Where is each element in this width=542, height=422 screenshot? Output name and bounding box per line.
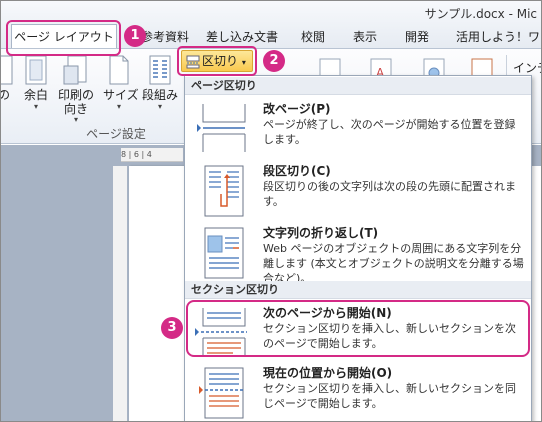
ribbon-button-partial[interactable]: の bbox=[1, 54, 15, 103]
horizontal-ruler: 8 | 6 | 4 bbox=[121, 148, 183, 162]
tab-references[interactable]: 参考資料 bbox=[141, 27, 189, 48]
menu-item-column-break[interactable]: 段区切り(C) 段区切りの後の文字列は次の段の先頭に配置されます。 bbox=[185, 160, 531, 218]
orientation-label: 印刷の 向き bbox=[57, 88, 94, 116]
word-window: サンプル.docx - Mic ページ レイアウト 参考資料 差し込み文書 校閲… bbox=[0, 0, 542, 422]
tab-review[interactable]: 校閲 bbox=[301, 27, 325, 48]
menu-item-continuous[interactable]: 現在の位置から開始(O) セクション区切りを挿入し、新しいセクションを同じページ… bbox=[185, 362, 531, 420]
vertical-ruler bbox=[113, 166, 127, 421]
tab-mailings[interactable]: 差し込み文書 bbox=[206, 27, 278, 48]
ruler-numbers: 8 | 6 | 4 bbox=[121, 150, 152, 159]
menu-item-text-wrapping[interactable]: 文字列の折り返し(T) Web ページのオブジェクトの周囲にある文字列を分離しま… bbox=[185, 222, 531, 285]
step-badge-1: 1 bbox=[124, 25, 146, 47]
page-size-icon bbox=[109, 55, 129, 85]
page-size-button[interactable]: サイズ ▾ bbox=[103, 54, 139, 111]
columns-label: 段組み bbox=[141, 88, 178, 102]
page-break-desc: ページが終了し、次のページが開始する位置を登録します。 bbox=[263, 118, 516, 146]
indent-label: インデ bbox=[513, 61, 541, 75]
tab-developer[interactable]: 開発 bbox=[405, 27, 429, 48]
dropdown-arrow-icon: ▾ bbox=[157, 102, 162, 111]
highlight-breaks-button bbox=[177, 46, 257, 76]
menu-item-page-break[interactable]: 改ページ(P) ページが終了し、次のページが開始する位置を登録します。 bbox=[185, 98, 531, 156]
margins-button[interactable]: 余白 ▾ bbox=[21, 54, 51, 111]
tab-view[interactable]: 表示 bbox=[353, 27, 377, 48]
columns-icon bbox=[149, 55, 171, 85]
dropdown-arrow-icon: ▾ bbox=[116, 102, 121, 111]
ribbon-button-label: の bbox=[1, 88, 15, 103]
window-title: サンプル.docx - Mic bbox=[424, 7, 537, 21]
highlight-tab-page-layout bbox=[6, 20, 121, 56]
continuous-section-icon bbox=[199, 367, 244, 419]
step-badge-3: 3 bbox=[161, 317, 183, 339]
orientation-button[interactable]: 印刷の 向き ▾ bbox=[55, 54, 97, 124]
columns-button[interactable]: 段組み ▾ bbox=[141, 54, 179, 111]
dropdown-arrow-icon: ▾ bbox=[73, 115, 78, 124]
page-size-label: サイズ bbox=[103, 88, 139, 102]
step-badge-2: 2 bbox=[263, 50, 285, 72]
document-page[interactable] bbox=[129, 166, 185, 421]
continuous-title: 現在の位置から開始(O) bbox=[263, 366, 393, 380]
text-wrapping-icon bbox=[204, 227, 244, 279]
column-break-icon bbox=[204, 165, 244, 217]
section-breaks-header: セクション区切り bbox=[185, 281, 531, 299]
page-setup-group-label: ページ設定 bbox=[86, 127, 146, 141]
highlight-next-page-item bbox=[186, 300, 530, 357]
breaks-dropdown-menu: ページ区切り 改ページ(P) ページが終了し、次のページが開始する位置を登録しま… bbox=[184, 75, 532, 421]
orientation-icon bbox=[1, 55, 13, 85]
page-break-title: 改ページ(P) bbox=[263, 102, 331, 116]
orientation-icon bbox=[63, 55, 87, 85]
page-breaks-header: ページ区切り bbox=[185, 77, 531, 95]
tab-word-tips[interactable]: 活用しよう！ワード bbox=[456, 27, 541, 48]
text-wrapping-desc: Web ページのオブジェクトの周囲にある文字列を分離します (本文とオブジェクト… bbox=[263, 242, 524, 285]
margins-icon bbox=[25, 55, 47, 85]
margins-label: 余白 bbox=[23, 88, 48, 102]
text-wrapping-title: 文字列の折り返し(T) bbox=[263, 226, 379, 240]
column-break-desc: 段区切りの後の文字列は次の段の先頭に配置されます。 bbox=[263, 180, 516, 208]
page-break-icon bbox=[197, 104, 246, 152]
continuous-desc: セクション区切りを挿入し、新しいセクションを同じページで開始します。 bbox=[263, 382, 516, 410]
column-break-title: 段区切り(C) bbox=[263, 164, 331, 178]
dropdown-arrow-icon: ▾ bbox=[33, 102, 38, 111]
